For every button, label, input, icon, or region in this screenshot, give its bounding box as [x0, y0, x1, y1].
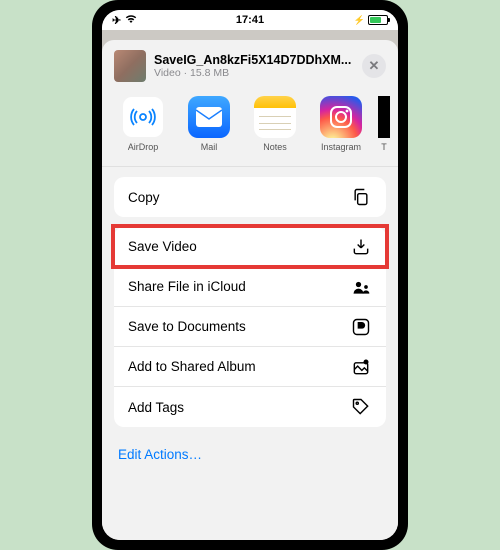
action-save-video[interactable]: Save Video	[114, 227, 386, 267]
action-label: Add to Shared Album	[128, 359, 256, 374]
share-target-label: T	[381, 142, 387, 152]
shared-album-icon	[350, 356, 372, 378]
charging-icon: ⚡	[354, 15, 365, 26]
status-bar: ✈ 17:41 ⚡	[102, 10, 398, 30]
action-copy[interactable]: Copy	[114, 177, 386, 217]
share-target-notes[interactable]: Notes	[246, 96, 304, 152]
action-label: Copy	[128, 190, 160, 205]
documents-icon	[350, 316, 372, 338]
download-icon	[350, 236, 372, 258]
close-button[interactable]: ✕	[362, 54, 386, 78]
copy-icon	[350, 186, 372, 208]
edit-actions-link[interactable]: Edit Actions…	[114, 437, 386, 472]
icloud-share-icon	[350, 276, 372, 298]
action-label: Save Video	[128, 239, 197, 254]
share-target-more[interactable]: T	[378, 96, 390, 152]
status-time: 17:41	[236, 14, 264, 26]
action-share-icloud[interactable]: Share File in iCloud	[114, 267, 386, 307]
share-sheet: SaveIG_An8kzFi5X14D7DDhXM... Video · 15.…	[102, 40, 398, 540]
close-icon: ✕	[369, 58, 380, 74]
wifi-icon	[125, 14, 137, 27]
share-target-label: AirDrop	[128, 142, 159, 152]
tag-icon	[350, 396, 372, 418]
share-target-label: Mail	[201, 142, 218, 152]
action-group-2: Save Video Share File in iCloud Save to …	[114, 227, 386, 427]
file-thumbnail	[114, 50, 146, 82]
share-target-instagram[interactable]: Instagram	[312, 96, 370, 152]
app-icon-truncated	[378, 96, 390, 138]
file-text: SaveIG_An8kzFi5X14D7DDhXM... Video · 15.…	[154, 53, 354, 79]
action-add-tags[interactable]: Add Tags	[114, 387, 386, 427]
status-right: ⚡	[354, 15, 388, 26]
phone-frame: ✈ 17:41 ⚡ SaveIG_An8kzFi5X14D7DDhXM... V…	[92, 0, 408, 550]
mail-icon	[188, 96, 230, 138]
screen-content: SaveIG_An8kzFi5X14D7DDhXM... Video · 15.…	[102, 30, 398, 540]
notes-icon	[254, 96, 296, 138]
file-meta: Video · 15.8 MB	[154, 67, 354, 79]
file-name: SaveIG_An8kzFi5X14D7DDhXM...	[154, 53, 354, 67]
airplane-icon: ✈	[112, 14, 121, 27]
action-label: Share File in iCloud	[128, 279, 246, 294]
action-save-documents[interactable]: Save to Documents	[114, 307, 386, 347]
share-target-mail[interactable]: Mail	[180, 96, 238, 152]
share-targets-row[interactable]: AirDrop Mail	[102, 90, 398, 167]
share-target-label: Instagram	[321, 142, 361, 152]
action-add-shared-album[interactable]: Add to Shared Album	[114, 347, 386, 387]
action-group-1: Copy	[114, 177, 386, 217]
share-target-airdrop[interactable]: AirDrop	[114, 96, 172, 152]
battery-icon	[368, 15, 388, 25]
status-left: ✈	[112, 14, 137, 27]
action-label: Add Tags	[128, 400, 184, 415]
screen: ✈ 17:41 ⚡ SaveIG_An8kzFi5X14D7DDhXM... V…	[102, 10, 398, 540]
share-target-label: Notes	[263, 142, 287, 152]
file-header: SaveIG_An8kzFi5X14D7DDhXM... Video · 15.…	[102, 50, 398, 90]
airdrop-icon	[122, 96, 164, 138]
action-label: Save to Documents	[128, 319, 246, 334]
instagram-icon	[320, 96, 362, 138]
